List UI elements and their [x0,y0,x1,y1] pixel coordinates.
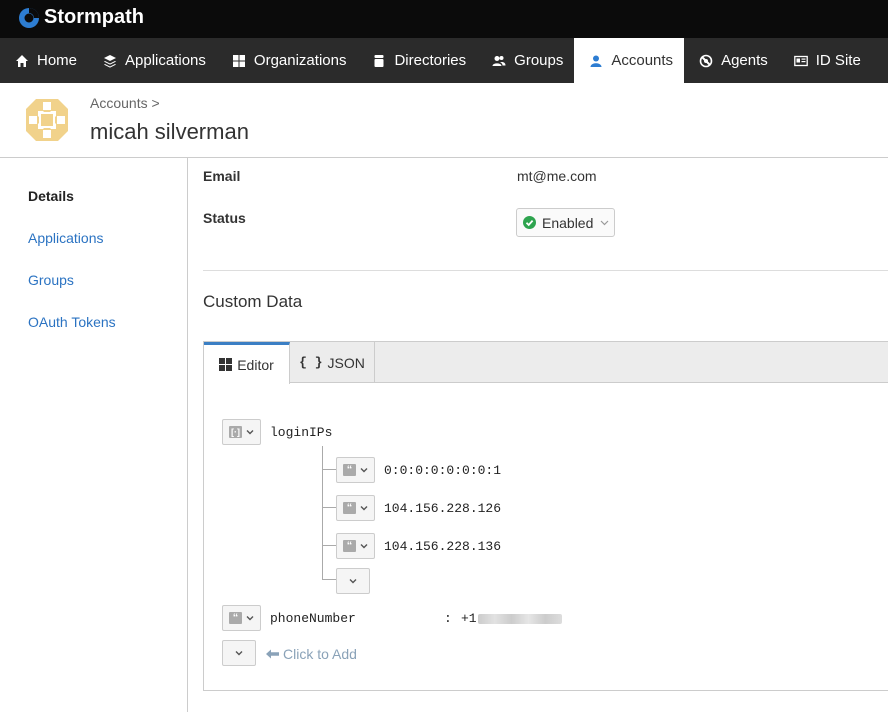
custom-data-title: Custom Data [203,292,303,311]
email-label: Email [203,168,241,184]
tab-json[interactable]: { } JSON [290,342,375,383]
nav-applications-label: Applications [125,52,206,69]
editor-tabs: Editor { } JSON [204,342,888,384]
chevron-down-icon [246,616,254,621]
login-ip-value[interactable]: 104.156.228.126 [384,501,501,516]
status-select[interactable]: Enabled [516,208,615,237]
login-ip-value[interactable]: 104.156.228.136 [384,539,501,554]
nav-agents-label: Agents [721,52,768,69]
grid-icon [232,54,245,67]
tree-line [322,545,336,546]
id-card-icon [793,55,808,66]
phone-prefix: +1 [461,611,477,626]
email-value: mt@me.com [517,168,597,184]
sidebar: Details Applications Groups OAuth Tokens [0,158,188,712]
sidebar-item-details[interactable]: Details [28,188,74,204]
tab-editor[interactable]: Editor [204,342,290,384]
top-bar: Stormpath [0,0,888,38]
tree-line [322,507,336,508]
key-value-separator: : [444,611,452,626]
add-array-item-button[interactable] [336,568,370,594]
check-circle-icon [523,216,536,229]
tree-line [322,446,323,580]
quote-icon: “ [343,502,356,514]
nav-directories-label: Directories [394,52,467,69]
nav-groups[interactable]: Groups [477,38,574,83]
tree-line [322,579,336,580]
user-icon [590,55,602,67]
nav-applications[interactable]: Applications [88,38,217,83]
status-value: Enabled [542,214,594,231]
nav-directories[interactable]: Directories [357,38,477,83]
layers-icon [104,54,117,68]
click-to-add-label: Click to Add [283,646,357,662]
home-icon [16,54,28,67]
quote-icon: “ [343,540,356,552]
array-icon: [·] [229,426,242,438]
chevron-down-icon [600,220,609,226]
sidebar-item-oauth-tokens[interactable]: OAuth Tokens [28,314,116,330]
nav-home[interactable]: Home [0,38,88,83]
account-details: Email mt@me.com Status Enabled Custom Da… [188,158,888,712]
main-nav: Home Applications Organizations Director… [0,38,888,83]
brand-name: Stormpath [44,6,144,28]
stormpath-logo-icon [19,7,39,28]
divider [203,270,888,271]
stormpath-logo[interactable]: Stormpath [18,6,144,29]
quote-icon: “ [229,612,242,624]
tree-line [322,469,336,470]
string-type-button[interactable]: “ [336,533,375,559]
database-icon [374,54,384,67]
sidebar-item-groups[interactable]: Groups [28,272,74,288]
add-field-button[interactable] [222,640,256,666]
custom-data-editor: Editor { } JSON [·] loginIPs “ 0:0:0:0:0… [203,341,888,691]
key-login-ips[interactable]: loginIPs [270,425,332,440]
click-to-add-hint[interactable]: Click to Add [266,646,357,662]
sidebar-item-applications[interactable]: Applications [28,230,104,246]
login-ip-value[interactable]: 0:0:0:0:0:0:0:1 [384,463,501,478]
avatar [26,99,68,141]
users-icon [492,55,506,66]
arrow-left-icon [266,649,279,659]
page-title: micah silverman [90,119,249,144]
redacted-digits [477,613,562,624]
nav-organizations[interactable]: Organizations [217,38,358,83]
chevron-down-icon [235,651,243,656]
nav-accounts-label: Accounts [611,52,674,69]
nav-organizations-label: Organizations [253,52,347,69]
chevron-down-icon [360,506,368,511]
nav-agents[interactable]: Agents [684,38,779,83]
nav-accounts[interactable]: Accounts [574,38,685,83]
chevron-down-icon [246,430,254,435]
chevron-down-icon [360,468,368,473]
nav-home-label: Home [37,52,78,69]
braces-icon: { } [299,355,323,370]
chevron-down-icon [360,544,368,549]
string-type-button[interactable]: “ [222,605,261,631]
array-type-button[interactable]: [·] [222,419,261,445]
breadcrumb[interactable]: Accounts > [90,95,160,111]
string-type-button[interactable]: “ [336,495,375,521]
status-label: Status [203,210,246,226]
string-type-button[interactable]: “ [336,457,375,483]
agent-icon [699,54,713,67]
tab-json-label: JSON [327,354,365,371]
chevron-down-icon [349,579,357,584]
grid-icon [219,358,233,371]
nav-groups-label: Groups [514,52,564,69]
key-phone-number[interactable]: phoneNumber [270,611,356,626]
page-header: Accounts > micah silverman [0,83,888,158]
phone-number-value[interactable]: +1 [461,611,562,626]
quote-icon: “ [343,464,356,476]
tab-editor-label: Editor [237,356,274,373]
nav-id-site[interactable]: ID Site [779,38,872,83]
nav-id-site-label: ID Site [815,52,861,69]
